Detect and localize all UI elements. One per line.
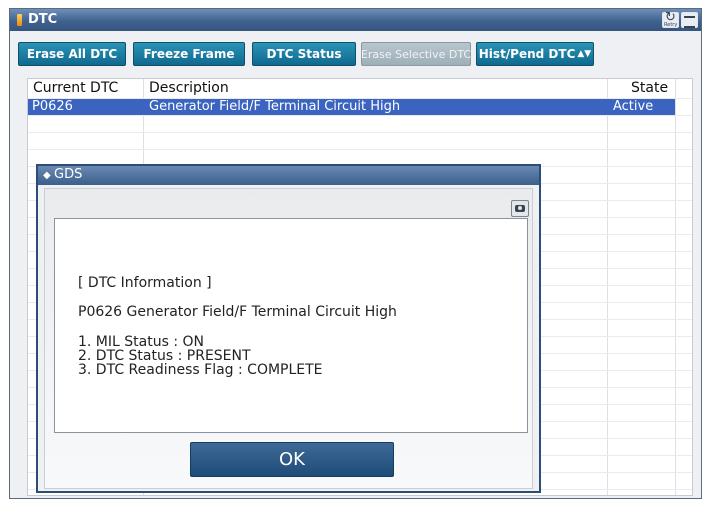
row-state: Active — [613, 99, 654, 114]
row-description: Generator Field/F Terminal Circuit High — [149, 99, 401, 114]
table-row[interactable]: P0626 Generator Field/F Terminal Circuit… — [28, 99, 675, 115]
layout-icon[interactable] — [681, 12, 698, 28]
hist-pend-dtc-button[interactable]: Hist/Pend DTC ▲▼ — [476, 42, 594, 66]
grid-line — [28, 149, 692, 150]
dialog-title: GDS — [54, 167, 83, 182]
hist-pend-dtc-label: Hist/Pend DTC — [478, 47, 576, 61]
freeze-frame-button[interactable]: Freeze Frame — [133, 42, 245, 66]
info-dtc-line: P0626 Generator Field/F Terminal Circuit… — [78, 304, 397, 320]
window-title: DTC — [28, 12, 58, 27]
camera-icon[interactable] — [511, 200, 529, 217]
erase-selective-dtc-button[interactable]: Erase Selective DTC — [361, 42, 471, 66]
header-state: State — [631, 80, 669, 96]
grid-line — [28, 132, 692, 133]
title-marker-icon — [17, 14, 22, 26]
gds-dialog: ◆ GDS [ DTC Information ] P0626 Generato… — [36, 164, 541, 493]
table-header: Current DTC Description State — [28, 79, 692, 98]
header-description: Description — [149, 80, 229, 96]
readiness-flag-line: 3. DTC Readiness Flag : COMPLETE — [78, 362, 323, 378]
dialog-grip-icon: ◆ — [43, 170, 51, 181]
dialog-body: [ DTC Information ] P0626 Generator Fiel… — [44, 188, 533, 489]
dtc-info-box: [ DTC Information ] P0626 Generator Fiel… — [54, 218, 528, 433]
grid-line — [28, 115, 692, 116]
erase-all-dtc-button[interactable]: Erase All DTC — [18, 42, 126, 66]
dialog-title-bar: ◆ GDS — [38, 166, 539, 185]
dtc-window: DTC Erase All DTC Freeze Frame DTC Statu… — [9, 8, 702, 499]
retry-icon[interactable] — [662, 10, 679, 28]
info-heading: [ DTC Information ] — [78, 275, 212, 291]
up-down-arrow-icon: ▲▼ — [577, 49, 592, 59]
title-bar: DTC — [10, 9, 701, 31]
header-current-dtc: Current DTC — [33, 80, 119, 96]
ok-button[interactable]: OK — [190, 442, 394, 477]
row-dtc-code: P0626 — [32, 99, 73, 114]
dtc-status-button[interactable]: DTC Status — [252, 42, 356, 66]
